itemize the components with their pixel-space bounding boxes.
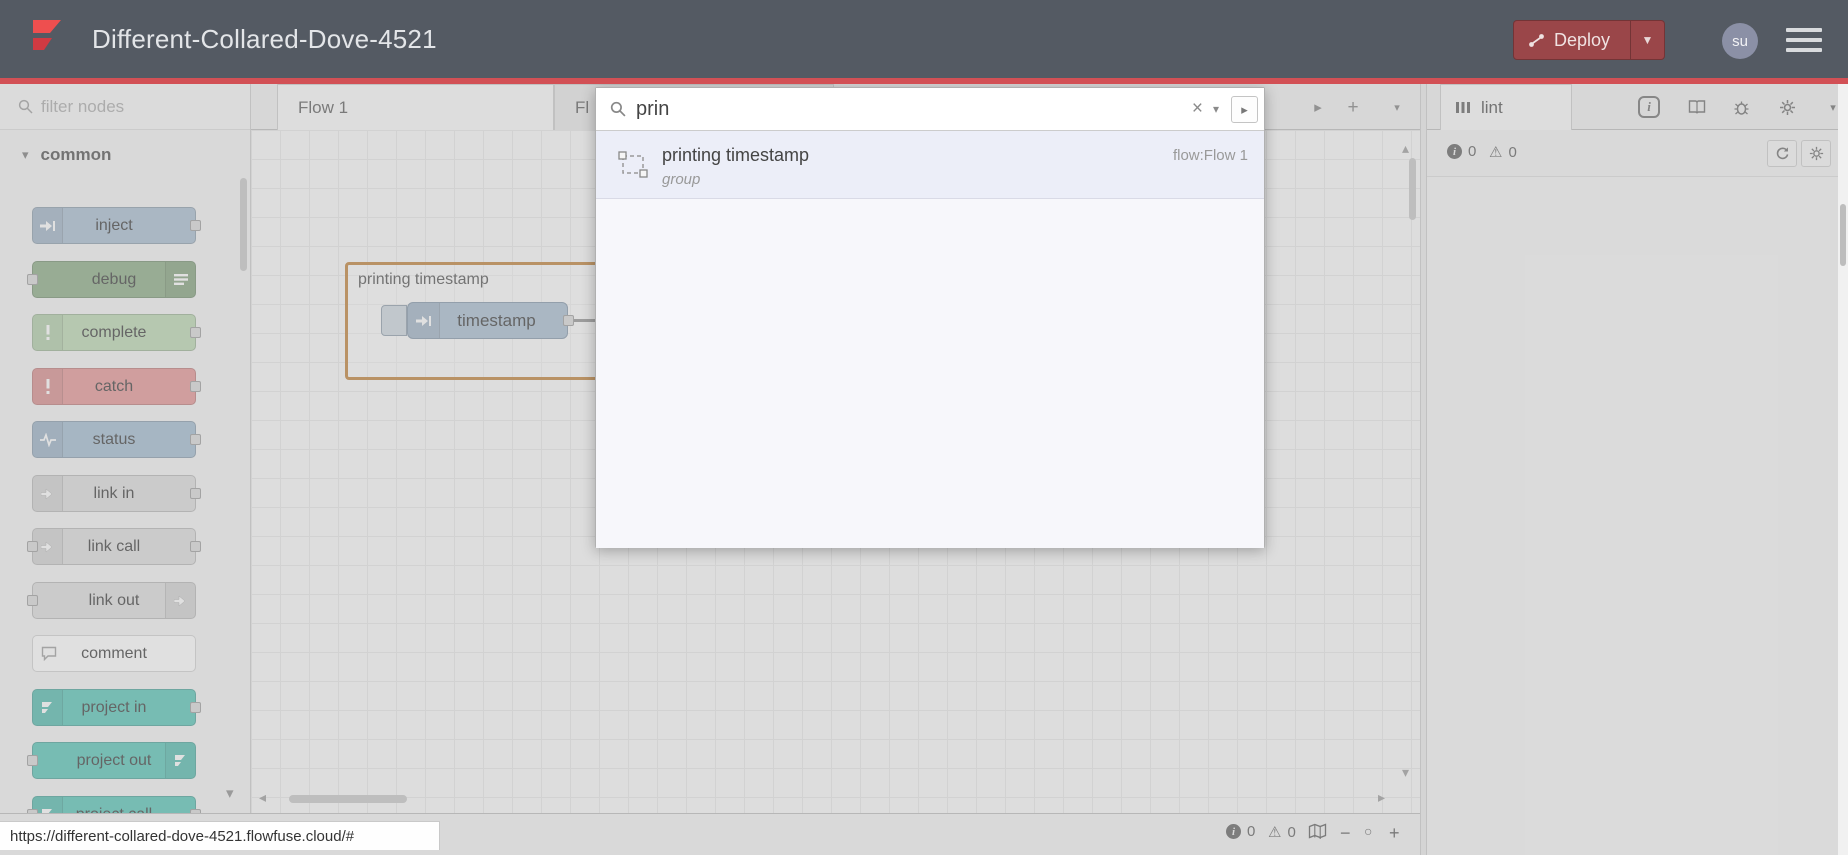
app-header: Different-Collared-Dove-4521 Deploy ▼ su — [0, 0, 1848, 78]
main-menu-button[interactable] — [1786, 28, 1822, 52]
search-input[interactable] — [636, 97, 1192, 121]
search-options-caret-icon[interactable]: ▾ — [1213, 102, 1219, 116]
browser-scrollbar[interactable] — [1838, 84, 1848, 855]
deploy-options-caret[interactable]: ▼ — [1630, 21, 1664, 59]
browser-status-url: https://different-collared-dove-4521.flo… — [0, 821, 440, 850]
deploy-button[interactable]: Deploy ▼ — [1513, 20, 1665, 60]
header-accent-line — [0, 78, 1848, 84]
search-result-flow: flow:Flow 1 — [1172, 147, 1248, 164]
group-icon — [618, 151, 648, 183]
search-results-list: printing timestamp flow:Flow 1 group — [596, 131, 1264, 548]
hamburger-icon — [1786, 38, 1822, 42]
search-input-row: × ▾ ▸ — [596, 88, 1264, 131]
browser-scrollbar-thumb[interactable] — [1840, 204, 1846, 266]
deploy-icon — [1529, 33, 1544, 47]
deploy-label: Deploy — [1554, 29, 1611, 50]
hamburger-icon — [1786, 28, 1822, 32]
page-title: Different-Collared-Dove-4521 — [92, 24, 437, 54]
search-result-title: printing timestamp — [662, 145, 810, 165]
search-icon — [610, 101, 626, 117]
flowfuse-logo-icon — [33, 20, 61, 50]
search-dialog: × ▾ ▸ printing timestamp flow:Flow 1 gro… — [595, 87, 1265, 548]
search-result-item[interactable]: printing timestamp flow:Flow 1 group — [596, 131, 1264, 199]
search-result-type: group — [662, 171, 701, 188]
user-avatar[interactable]: su — [1722, 23, 1758, 59]
clear-search-icon[interactable]: × — [1192, 98, 1203, 120]
search-history-button[interactable]: ▸ — [1231, 95, 1258, 123]
hamburger-icon — [1786, 48, 1822, 52]
